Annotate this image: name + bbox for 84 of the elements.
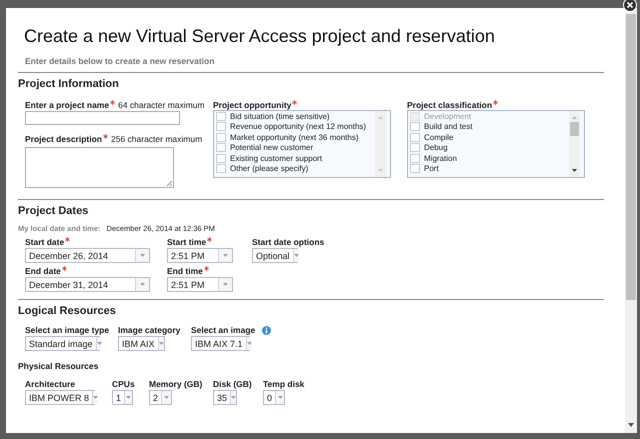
section-heading: Project Information: [18, 78, 120, 90]
checkbox[interactable]: [410, 164, 420, 174]
dropdown[interactable]: Standard image: [25, 336, 100, 351]
option-label: Compile: [424, 132, 454, 142]
field-label: Disk (GB): [213, 379, 252, 389]
checkbox[interactable]: [216, 154, 226, 163]
scrollbar[interactable]: [569, 111, 580, 177]
caret-icon: [223, 254, 228, 257]
field-label: End time: [167, 266, 203, 276]
caret-icon: [164, 396, 169, 399]
field-label: Select an image: [191, 325, 256, 335]
dropdown[interactable]: 1: [112, 390, 133, 405]
dropdown[interactable]: 2: [149, 390, 172, 405]
caret-icon: [246, 342, 252, 345]
option-label: Revenue opportunity (next 12 months): [230, 122, 366, 132]
option-label: Build and test: [424, 122, 472, 132]
field-label: End date: [25, 266, 61, 276]
caret-icon: [278, 396, 282, 399]
field-label: Start date options: [252, 237, 324, 247]
checkbox[interactable]: [410, 122, 420, 132]
field-label: Project opportunity: [213, 100, 292, 110]
caret-icon: [223, 283, 228, 286]
field-label: Memory (GB): [149, 379, 202, 389]
option-label: Market opportunity (next 36 months): [230, 132, 359, 142]
field-label: Enter a project name: [25, 100, 110, 110]
project-name-field[interactable]: [25, 111, 180, 125]
checkbox-list[interactable]: Bid situation (time sensitive) Revenue opportunity (next 12 months) Market opportunity (next 36 months) Potential new customer Existing customer support Other (please specify): [213, 110, 391, 178]
option-label: Migration: [424, 154, 457, 163]
caret-icon: [93, 396, 98, 399]
option-label: Potential new customer: [230, 143, 314, 152]
option-label: Port: [424, 164, 439, 174]
field-label: Start date: [25, 237, 64, 247]
checkbox[interactable]: [216, 112, 226, 121]
dropdown[interactable]: IBM AIX: [118, 336, 165, 351]
caret-icon: [231, 396, 236, 399]
dropdown[interactable]: December 31, 2014: [25, 277, 150, 292]
close-icon[interactable]: [623, 0, 637, 12]
checkbox[interactable]: [410, 143, 420, 152]
field-label: Architecture: [25, 379, 76, 389]
dropdown[interactable]: 2:51 PM: [167, 277, 233, 292]
caret-icon: [96, 342, 102, 345]
project-description-field[interactable]: [25, 147, 174, 188]
scroll-down-icon[interactable]: [628, 423, 634, 427]
checkbox[interactable]: [216, 122, 226, 132]
field-label: Project description: [25, 134, 102, 144]
section-heading: Project Dates: [18, 205, 90, 217]
dropdown[interactable]: IBM POWER 8: [25, 390, 95, 405]
section-heading: Logical Resources: [18, 305, 117, 317]
dialog-title: Create a new Virtual Server Access project and reservation: [24, 26, 496, 47]
caret-icon: [140, 254, 145, 257]
caret-icon: [158, 342, 164, 345]
caret-icon: [294, 254, 299, 257]
dropdown[interactable]: 0: [263, 390, 285, 405]
dialog-subtitle: Enter details below to create a new reservation: [25, 56, 216, 66]
option-label: Existing customer support: [230, 154, 322, 163]
info-icon[interactable]: [262, 326, 272, 335]
dropdown[interactable]: Optional: [252, 248, 298, 263]
caret-icon: [140, 283, 145, 286]
field-label: Project classification: [407, 100, 492, 110]
option-label: Debug: [424, 143, 448, 152]
option-label: Other (please specify): [230, 164, 308, 174]
checkbox[interactable]: [410, 132, 420, 142]
option-label: Bid situation (time sensitive): [230, 112, 330, 121]
field-label: Select an image type: [25, 325, 110, 335]
scrollbar[interactable]: [625, 8, 637, 433]
field-hint: 64 character maximum: [118, 100, 205, 110]
field-label: Start time: [167, 237, 206, 247]
section-subheading: Physical Resources: [18, 361, 100, 371]
caret-icon: [126, 396, 131, 399]
dropdown[interactable]: December 26, 2014: [25, 248, 150, 263]
dropdown[interactable]: 35: [213, 390, 237, 405]
dropdown[interactable]: IBM AIX 7.1: [191, 336, 250, 351]
checkbox[interactable]: [410, 154, 420, 163]
field-hint: 256 character maximum: [111, 134, 202, 144]
checkbox[interactable]: [216, 143, 226, 152]
checkbox[interactable]: [216, 132, 226, 142]
option-label: Development: [424, 112, 472, 121]
field-label: Temp disk: [263, 379, 304, 389]
checkbox[interactable]: [216, 164, 226, 174]
resize-grip-icon[interactable]: [166, 180, 172, 186]
scrollbar[interactable]: [375, 111, 386, 177]
dropdown[interactable]: 2:51 PM: [167, 248, 233, 263]
field-label: Image category: [118, 325, 180, 335]
field-label: CPUs: [112, 379, 135, 389]
